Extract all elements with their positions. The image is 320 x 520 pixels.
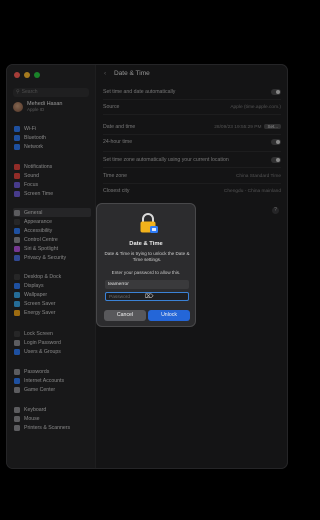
unlock-button[interactable]: Unlock [148,310,190,321]
username-field[interactable]: teamerror [105,280,189,289]
dialog-message: Date & Time is trying to unlock the Date… [104,251,190,262]
text-cursor-icon: ⌦ [145,294,154,300]
lock-icon [140,213,158,233]
dialog-title: Date & Time [129,241,163,247]
cancel-button[interactable]: Cancel [104,310,146,321]
dialog-prompt: Enter your password to allow this. [111,270,181,275]
unlock-dialog: Date & Time Date & Time is trying to unl… [96,203,196,327]
